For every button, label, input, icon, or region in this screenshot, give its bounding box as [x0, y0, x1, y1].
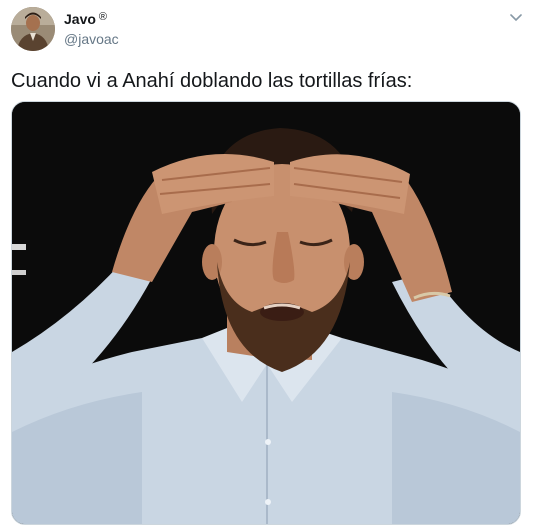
registered-mark: ® — [98, 11, 108, 23]
tweet-media-photo[interactable] — [11, 101, 521, 525]
tweet-card[interactable]: Javo ® @javoac Cuando vi a Anahí dobland… — [0, 0, 535, 532]
more-options-button[interactable] — [507, 9, 525, 27]
author-handle[interactable]: @javoac — [64, 31, 119, 47]
photo-icon — [12, 102, 520, 524]
profile-photo-icon — [11, 7, 55, 51]
chevron-down-icon — [510, 14, 522, 22]
avatar[interactable] — [11, 7, 55, 51]
author-name-row[interactable]: Javo ® — [64, 10, 107, 28]
tweet-text: Cuando vi a Anahí doblando las tortillas… — [11, 70, 413, 92]
author-display-name[interactable]: Javo — [64, 11, 96, 27]
